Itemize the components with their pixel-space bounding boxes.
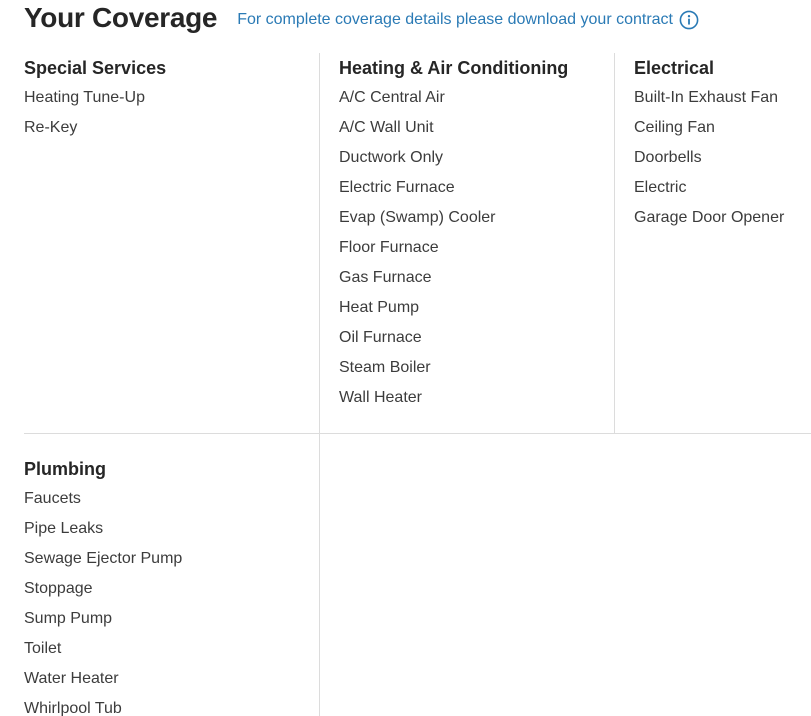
coverage-item: Electric [634, 179, 687, 196]
coverage-item: Toilet [24, 640, 62, 657]
coverage-row: Special Services Heating Tune-Up Re-Key … [24, 53, 811, 434]
coverage-grid: Special Services Heating Tune-Up Re-Key … [24, 53, 811, 716]
coverage-item: Garage Door Opener [634, 209, 785, 226]
info-icon[interactable] [679, 10, 699, 30]
page-header: Your Coverage For complete coverage deta… [24, 0, 699, 36]
coverage-item: Steam Boiler [339, 359, 431, 376]
category-title: Plumbing [24, 459, 106, 479]
coverage-item: Faucets [24, 490, 81, 507]
coverage-item: Re-Key [24, 119, 78, 136]
coverage-item: Sump Pump [24, 610, 113, 627]
coverage-item: Wall Heater [339, 389, 422, 406]
category-special-services: Special Services Heating Tune-Up Re-Key [24, 53, 319, 433]
download-contract-link[interactable]: For complete coverage details please dow… [237, 6, 699, 30]
coverage-item: Water Heater [24, 670, 119, 687]
coverage-item: Heat Pump [339, 299, 420, 316]
coverage-item: A/C Wall Unit [339, 119, 434, 136]
coverage-item: Floor Furnace [339, 239, 439, 256]
page-title: Your Coverage [24, 2, 218, 33]
coverage-item: Stoppage [24, 580, 93, 597]
category-title: Special Services [24, 58, 167, 78]
category-electrical: Electrical Built-In Exhaust Fan Ceiling … [614, 53, 811, 433]
coverage-item: Built-In Exhaust Fan [634, 89, 779, 106]
coverage-item: Pipe Leaks [24, 520, 104, 537]
empty-column [319, 434, 811, 716]
coverage-item: A/C Central Air [339, 89, 445, 106]
coverage-item: Evap (Swamp) Cooler [339, 209, 496, 226]
coverage-item: Electric Furnace [339, 179, 455, 196]
coverage-item: Whirlpool Tub [24, 700, 122, 716]
coverage-item: Ductwork Only [339, 149, 444, 166]
coverage-item: Ceiling Fan [634, 119, 715, 136]
coverage-item: Heating Tune-Up [24, 89, 145, 106]
coverage-item: Sewage Ejector Pump [24, 550, 183, 567]
coverage-item: Doorbells [634, 149, 702, 166]
download-contract-link-text: For complete coverage details please dow… [237, 11, 673, 28]
category-heating-ac: Heating & Air Conditioning A/C Central A… [319, 53, 614, 433]
coverage-item: Gas Furnace [339, 269, 432, 286]
coverage-row: Plumbing Faucets Pipe Leaks Sewage Eject… [24, 434, 811, 716]
category-title: Electrical [634, 58, 715, 78]
category-title: Heating & Air Conditioning [339, 58, 569, 78]
coverage-item: Oil Furnace [339, 329, 422, 346]
category-plumbing: Plumbing Faucets Pipe Leaks Sewage Eject… [24, 434, 319, 716]
